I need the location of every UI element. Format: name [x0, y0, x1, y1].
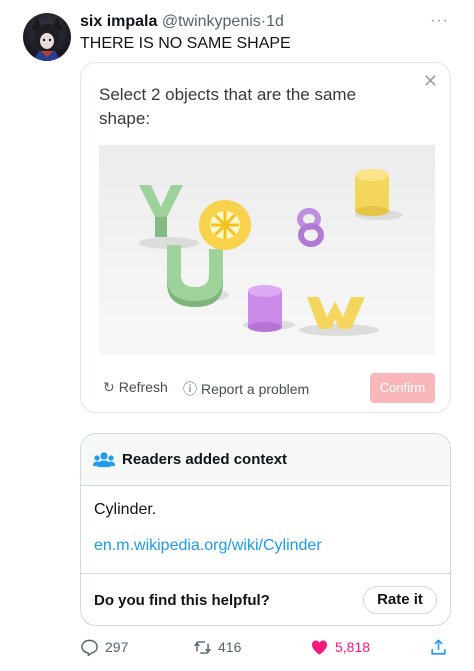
tweet-action-bar: 297 416 5,818	[80, 636, 451, 658]
refresh-button[interactable]: ↻ Refresh	[103, 379, 168, 396]
tweet-time[interactable]: 1d	[266, 13, 284, 30]
divider	[81, 573, 450, 574]
retweet-icon	[194, 640, 211, 654]
avatar-image	[31, 17, 63, 61]
info-icon: ⓘ	[183, 381, 197, 397]
confirm-button[interactable]: Confirm	[370, 373, 435, 403]
more-horizontal-icon[interactable]: ···	[430, 13, 449, 29]
like-count: 5,818	[335, 639, 371, 655]
reply-button[interactable]: 297	[80, 636, 128, 658]
letter-y-object[interactable]	[139, 185, 183, 237]
rate-it-button[interactable]: Rate it	[363, 586, 437, 614]
author-name[interactable]: six impala	[80, 13, 157, 30]
community-note-body: Cylinder.	[94, 501, 157, 518]
letter-u-object[interactable]	[167, 245, 223, 307]
author-handle[interactable]: @twinkypenis	[162, 13, 261, 30]
report-problem-button[interactable]: ⓘ Report a problem	[183, 379, 309, 399]
close-icon[interactable]: ✕	[423, 71, 438, 91]
share-icon	[431, 638, 446, 655]
yellow-cylinder-object[interactable]	[355, 169, 389, 216]
people-icon	[93, 452, 115, 467]
community-note-title: Readers added context	[122, 451, 288, 468]
ring-object[interactable]	[199, 200, 251, 250]
tweet-header: six impala @twinkypenis·1d	[80, 12, 284, 32]
captcha-card: ✕ Select 2 objects that are the same sha…	[80, 62, 451, 413]
helpful-question: Do you find this helpful?	[94, 592, 270, 609]
number-8-object[interactable]	[297, 208, 324, 247]
community-note-card: Readers added context Cylinder. en.m.wik…	[80, 433, 451, 626]
refresh-icon: ↻	[103, 379, 115, 395]
captcha-image[interactable]	[99, 145, 435, 355]
retweet-button[interactable]: 416	[193, 636, 241, 658]
community-note-header: Readers added context	[81, 434, 450, 486]
refresh-label: Refresh	[118, 379, 168, 395]
captcha-prompt: Select 2 objects that are the same shape…	[99, 85, 357, 128]
tweet-text: THERE IS NO SAME SHAPE	[80, 35, 291, 52]
purple-cylinder-object[interactable]	[248, 285, 282, 332]
retweet-count: 416	[218, 639, 242, 655]
reply-icon	[81, 639, 98, 656]
reply-count: 297	[105, 639, 129, 655]
share-button[interactable]	[429, 636, 454, 658]
like-button[interactable]: 5,818	[310, 636, 370, 658]
avatar[interactable]	[23, 13, 71, 61]
report-label: Report a problem	[201, 381, 310, 397]
heart-icon	[311, 640, 328, 655]
captcha-actions: ↻ Refresh ⓘ Report a problem Confirm	[99, 373, 435, 403]
community-note-link[interactable]: en.m.wikipedia.org/wiki/Cylinder	[94, 536, 322, 556]
